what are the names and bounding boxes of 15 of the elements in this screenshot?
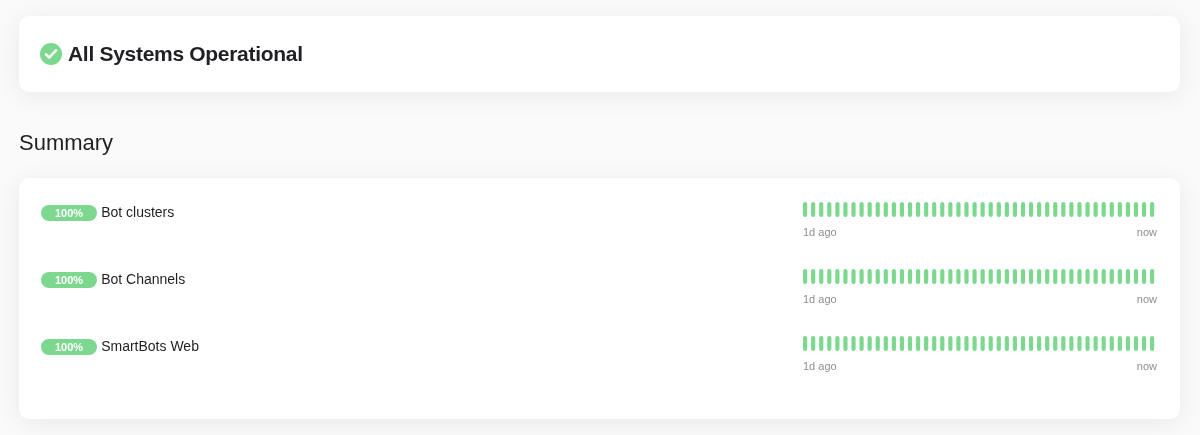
time-label: 1d ago xyxy=(803,360,837,372)
time-label: now xyxy=(1136,293,1157,305)
uptime-badge: 100% xyxy=(41,339,98,355)
service-name: Bot clusters xyxy=(101,204,175,220)
time-label: 1d ago xyxy=(803,293,837,305)
service-name: Bot Channels xyxy=(101,271,186,287)
uptime-badge: 100% xyxy=(41,272,98,288)
time-label: now xyxy=(1136,360,1157,372)
time-label: now xyxy=(1136,226,1157,238)
service-name: SmartBots Web xyxy=(101,338,199,354)
uptime-badge: 100% xyxy=(41,205,98,221)
status-title: All Systems Operational xyxy=(68,42,303,66)
time-label: 1d ago xyxy=(803,226,837,238)
section-heading: Summary xyxy=(19,130,115,157)
check-circle-icon xyxy=(40,43,62,65)
